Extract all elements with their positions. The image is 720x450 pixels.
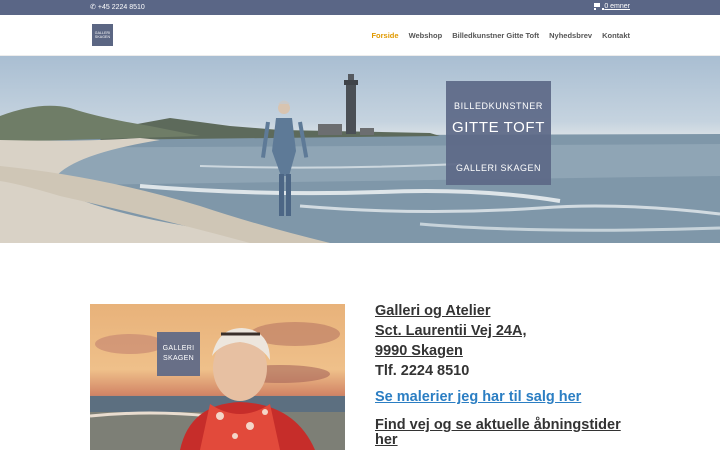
gallery-info: Galleri og Atelier Sct. Laurentii Vej 24… [375,301,635,448]
nav-item-webshop[interactable]: Webshop [409,31,443,40]
phone-info[interactable]: ✆ +45 2224 8510 [90,3,145,12]
logo-line-2: SKAGEN [94,35,111,39]
hero-banner: BILLEDKUNSTNER GITTE TOFT GALLERI SKAGEN [0,56,720,243]
nav-item-billedkunstner[interactable]: Billedkunstner Gitte Toft [452,31,539,40]
paintings-for-sale-link[interactable]: Se malerier jeg har til salg her [375,388,635,406]
hero-title-box: BILLEDKUNSTNER GITTE TOFT GALLERI SKAGEN [446,81,551,185]
cart-count[interactable]: 0 emner [604,3,630,10]
portrait-logo-line-1: GALLERI [162,345,195,352]
beach-scene-image [0,74,720,243]
site-logo[interactable]: GALLERI SKAGEN [92,24,113,46]
hero-title: GITTE TOFT [452,119,545,136]
shopping-cart-icon [593,3,605,10]
address-block: Galleri og Atelier Sct. Laurentii Vej 24… [375,301,635,381]
cart-link[interactable]: 0 emner [593,3,630,10]
phone-number: +45 2224 8510 [97,3,145,11]
portrait-image [90,322,345,450]
phone-icon: ✆ [90,4,96,11]
portrait-logo-box: GALLERI SKAGEN [157,332,200,376]
address-line-2[interactable]: Sct. Laurentii Vej 24A, [375,321,635,341]
phone-line: Tlf. 2224 8510 [375,363,470,379]
nav-item-forside[interactable]: Forside [371,31,398,40]
artist-portrait: GALLERI SKAGEN [90,304,345,450]
address-line-1[interactable]: Galleri og Atelier [375,301,635,321]
directions-link[interactable]: Find vej og se aktuelle åbningstider her [375,418,635,448]
hero-subtitle: BILLEDKUNSTNER [454,101,543,111]
main-nav: Forside Webshop Billedkunstner Gitte Tof… [371,31,630,40]
address-line-3[interactable]: 9990 Skagen [375,341,635,361]
nav-item-nyhedsbrev[interactable]: Nyhedsbrev [549,31,592,40]
site-header: GALLERI SKAGEN Forside Webshop Billedkun… [0,15,720,56]
nav-item-kontakt[interactable]: Kontakt [602,31,630,40]
portrait-logo-line-2: SKAGEN [163,355,194,362]
top-bar: ✆ +45 2224 8510 0 emner [0,0,720,15]
hero-gallery-name: GALLERI SKAGEN [455,163,542,173]
